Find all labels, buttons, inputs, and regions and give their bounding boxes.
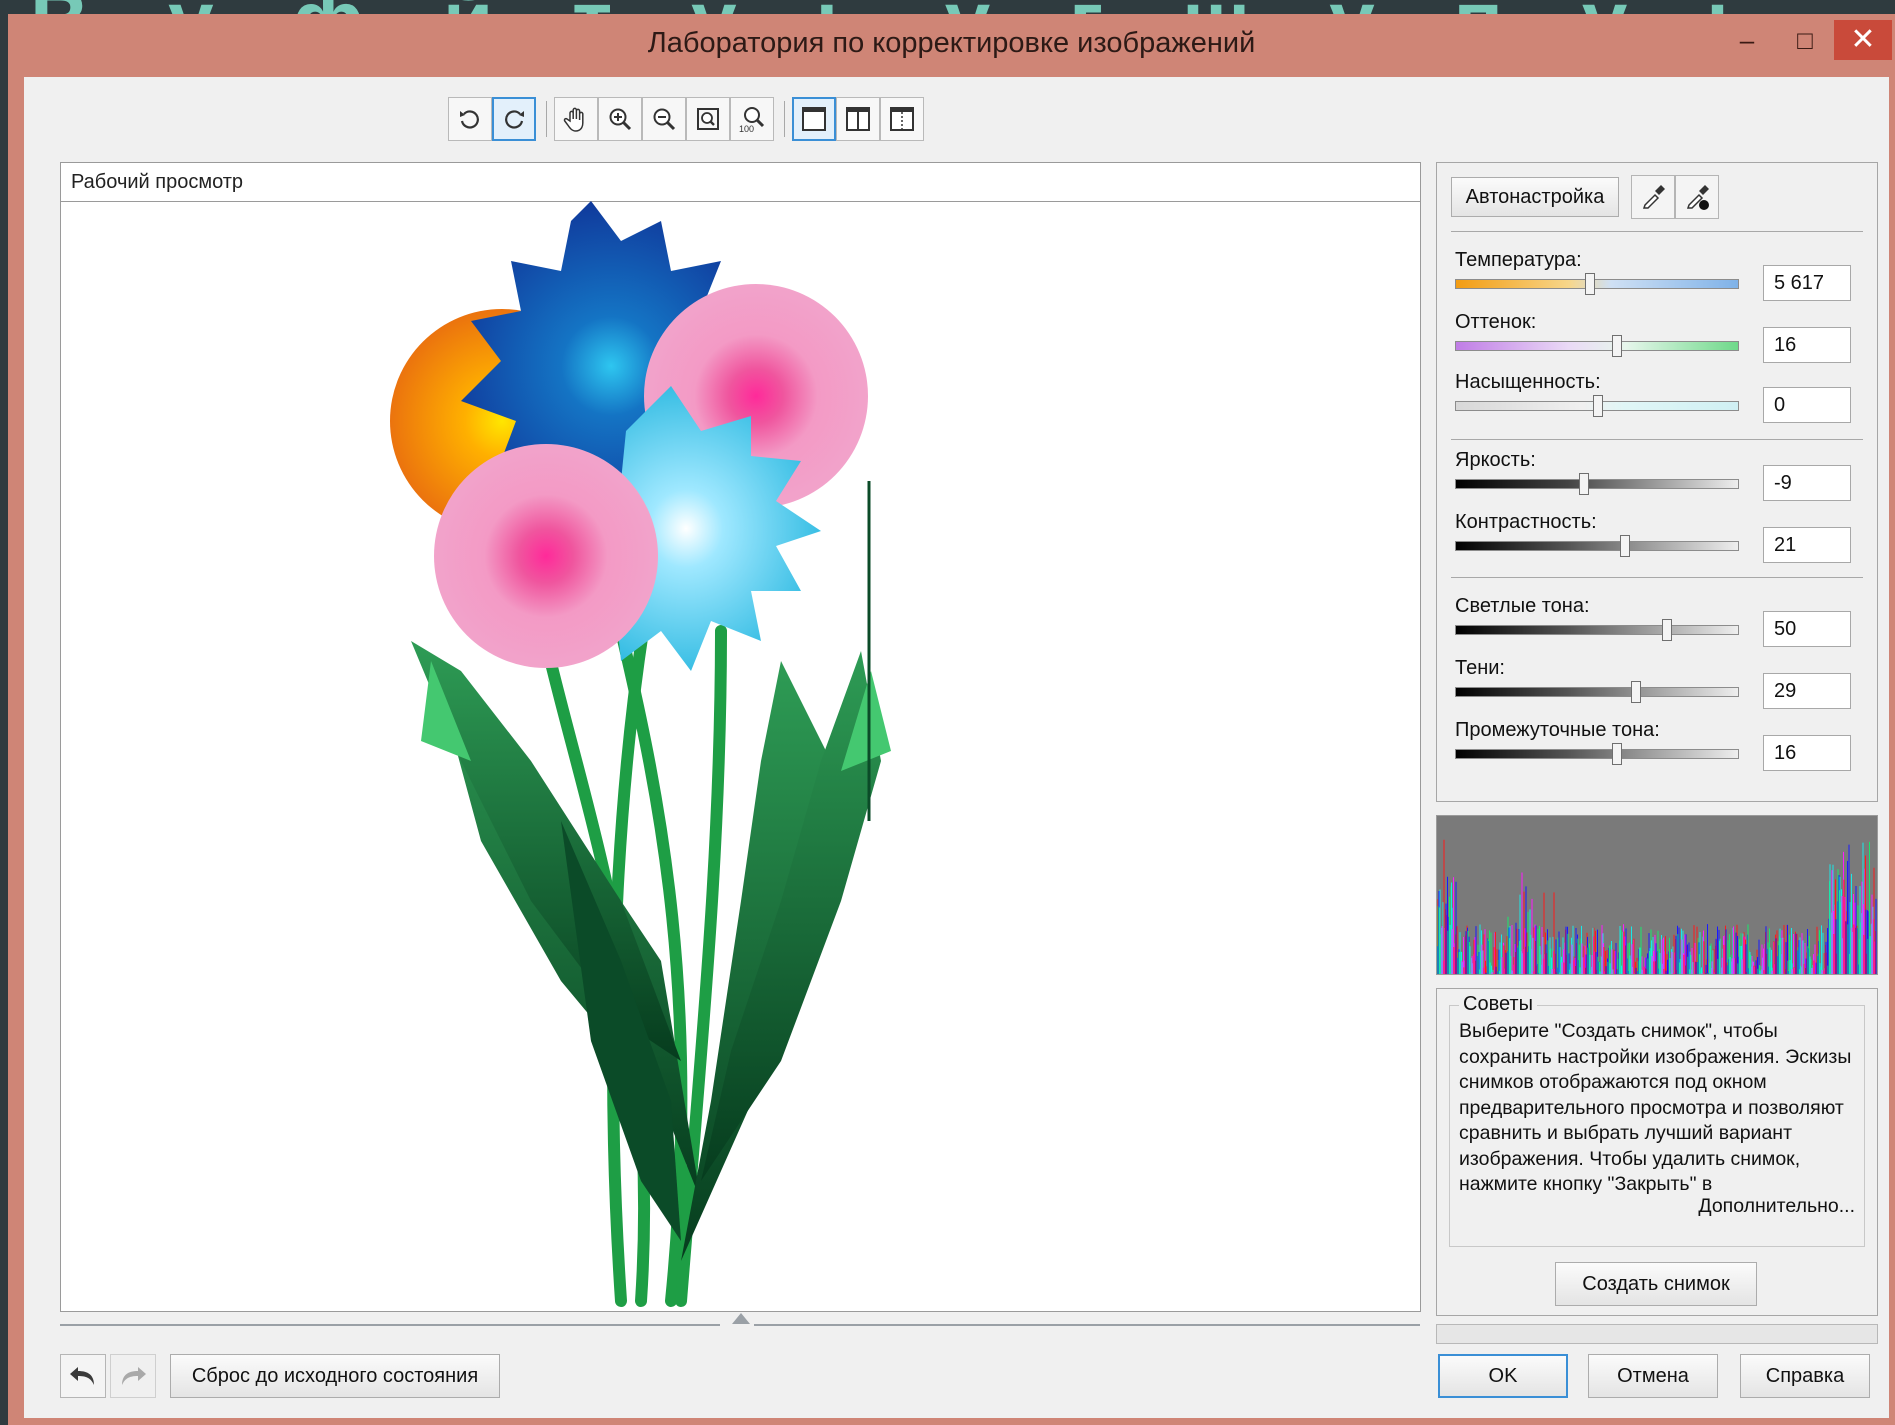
slider-value-field[interactable]: 0 xyxy=(1763,387,1851,423)
slider-value-field[interactable]: 5 617 xyxy=(1763,265,1851,301)
slider-label: Промежуточные тона: xyxy=(1455,719,1660,741)
close-button[interactable]: ✕ xyxy=(1834,20,1892,60)
eyedropper-white-button[interactable] xyxy=(1631,175,1675,219)
slider-label: Тени: xyxy=(1455,657,1505,679)
working-preview-pane: Рабочий просмотр xyxy=(60,162,1421,1312)
zoom-in-icon xyxy=(609,108,632,131)
slider-label: Яркость: xyxy=(1455,449,1536,471)
rotate-left-button[interactable] xyxy=(448,97,492,141)
tips-text: Выберите "Создать снимок", чтобы сохрани… xyxy=(1459,1020,1852,1195)
dialog-client-area: 100 Рабочий просмотр Автонастройка Темпе… xyxy=(24,77,1889,1418)
eyedropper-black-icon xyxy=(1686,185,1709,210)
split-view-vertical-icon xyxy=(846,107,870,131)
histogram-chart xyxy=(1437,839,1877,974)
reset-button[interactable]: Сброс до исходного состояния xyxy=(170,1354,500,1398)
preview-image[interactable] xyxy=(61,201,1420,1311)
flower-bouquet-image xyxy=(390,201,891,1307)
slider-label: Светлые тона: xyxy=(1455,595,1590,617)
maximize-button[interactable]: □ xyxy=(1776,20,1834,60)
pan-hand-icon xyxy=(563,107,584,132)
slider-track[interactable] xyxy=(1455,681,1739,703)
panel-separator xyxy=(1451,577,1863,578)
slider-value-field[interactable]: -9 xyxy=(1763,465,1851,501)
preview-divider xyxy=(60,1324,720,1326)
create-snapshot-button[interactable]: Создать снимок xyxy=(1555,1262,1757,1306)
histogram xyxy=(1436,815,1878,975)
slider-track[interactable] xyxy=(1455,473,1739,495)
slider-thumb[interactable] xyxy=(1593,395,1603,417)
slider-thumb[interactable] xyxy=(1612,743,1623,765)
slider-thumb[interactable] xyxy=(1620,535,1631,557)
undo-icon xyxy=(70,1367,94,1385)
slider-thumb[interactable] xyxy=(1631,681,1642,703)
zoom-100-icon: 100 xyxy=(739,107,765,133)
svg-text:100: 100 xyxy=(739,124,754,133)
single-view-button[interactable] xyxy=(792,97,836,141)
panel-separator xyxy=(1451,439,1863,440)
minimize-button[interactable]: – xyxy=(1718,20,1776,60)
window-title: Лаборатория по корректировке изображений xyxy=(647,27,1256,59)
help-button[interactable]: Справка xyxy=(1740,1354,1870,1398)
slider-track[interactable] xyxy=(1455,743,1739,765)
split-view-vertical-button[interactable] xyxy=(836,97,880,141)
progress-bar xyxy=(1436,1324,1878,1344)
split-view-dual-icon xyxy=(890,107,914,131)
rotate-left-icon xyxy=(460,110,479,129)
rotate-right-button[interactable] xyxy=(492,97,536,141)
slider-track[interactable] xyxy=(1455,395,1739,417)
slider-label: Оттенок: xyxy=(1455,311,1537,333)
slider-thumb[interactable] xyxy=(1579,473,1590,495)
split-view-dual-button[interactable] xyxy=(880,97,924,141)
toolbar-separator xyxy=(784,101,785,137)
redo-button[interactable] xyxy=(110,1354,156,1398)
ok-button[interactable]: OK xyxy=(1438,1354,1568,1398)
actual-size-button[interactable]: 100 xyxy=(730,97,774,141)
slider-track[interactable] xyxy=(1455,273,1739,295)
tips-title: Советы xyxy=(1459,993,1537,1016)
eyedropper-black-button[interactable] xyxy=(1675,175,1719,219)
adjustments-panel: Автонастройка Температура: 5 617 Оттенок: 1… xyxy=(1436,162,1878,802)
slider-label: Температура: xyxy=(1455,249,1582,271)
slider-value-field[interactable]: 50 xyxy=(1763,611,1851,647)
fit-window-icon xyxy=(697,108,719,130)
toolbar-separator xyxy=(546,101,547,137)
image-adjustment-lab-window: Лаборатория по корректировке изображений… xyxy=(8,14,1895,1425)
pan-button[interactable] xyxy=(554,97,598,141)
slider-value-field[interactable]: 16 xyxy=(1763,327,1851,363)
slider-thumb[interactable] xyxy=(1661,619,1672,641)
zoom-out-button[interactable] xyxy=(642,97,686,141)
undo-button[interactable] xyxy=(60,1354,106,1398)
slider-label: Контрастность: xyxy=(1455,511,1597,533)
slider-track[interactable] xyxy=(1455,619,1739,641)
eyedropper-icon xyxy=(1642,185,1665,209)
tips-panel: Советы Выберите "Создать снимок", чтобы … xyxy=(1436,988,1878,1316)
more-link[interactable]: Дополнительно... xyxy=(1698,1195,1855,1218)
zoom-out-icon xyxy=(653,108,676,131)
slider-thumb[interactable] xyxy=(1612,335,1623,357)
cancel-button[interactable]: Отмена xyxy=(1588,1354,1718,1398)
fit-to-window-button[interactable] xyxy=(686,97,730,141)
panel-separator xyxy=(1451,231,1863,232)
slider-value-field[interactable]: 16 xyxy=(1763,735,1851,771)
single-view-icon xyxy=(802,107,826,131)
redo-icon xyxy=(122,1367,146,1385)
pink-flower xyxy=(434,444,658,668)
slider-track[interactable] xyxy=(1455,535,1739,557)
auto-adjust-button[interactable]: Автонастройка xyxy=(1451,177,1619,217)
slider-value-field[interactable]: 29 xyxy=(1763,673,1851,709)
zoom-in-button[interactable] xyxy=(598,97,642,141)
title-bar[interactable]: Лаборатория по корректировке изображений… xyxy=(8,14,1895,74)
slider-value-field[interactable]: 21 xyxy=(1763,527,1851,563)
slider-thumb[interactable] xyxy=(1584,273,1595,295)
slider-label: Насыщенность: xyxy=(1455,371,1601,393)
preview-divider xyxy=(754,1324,1420,1326)
expand-arrow-icon[interactable] xyxy=(732,1313,750,1324)
rotate-right-icon xyxy=(505,110,524,129)
preview-header: Рабочий просмотр xyxy=(61,163,1420,202)
slider-track[interactable] xyxy=(1455,335,1739,357)
